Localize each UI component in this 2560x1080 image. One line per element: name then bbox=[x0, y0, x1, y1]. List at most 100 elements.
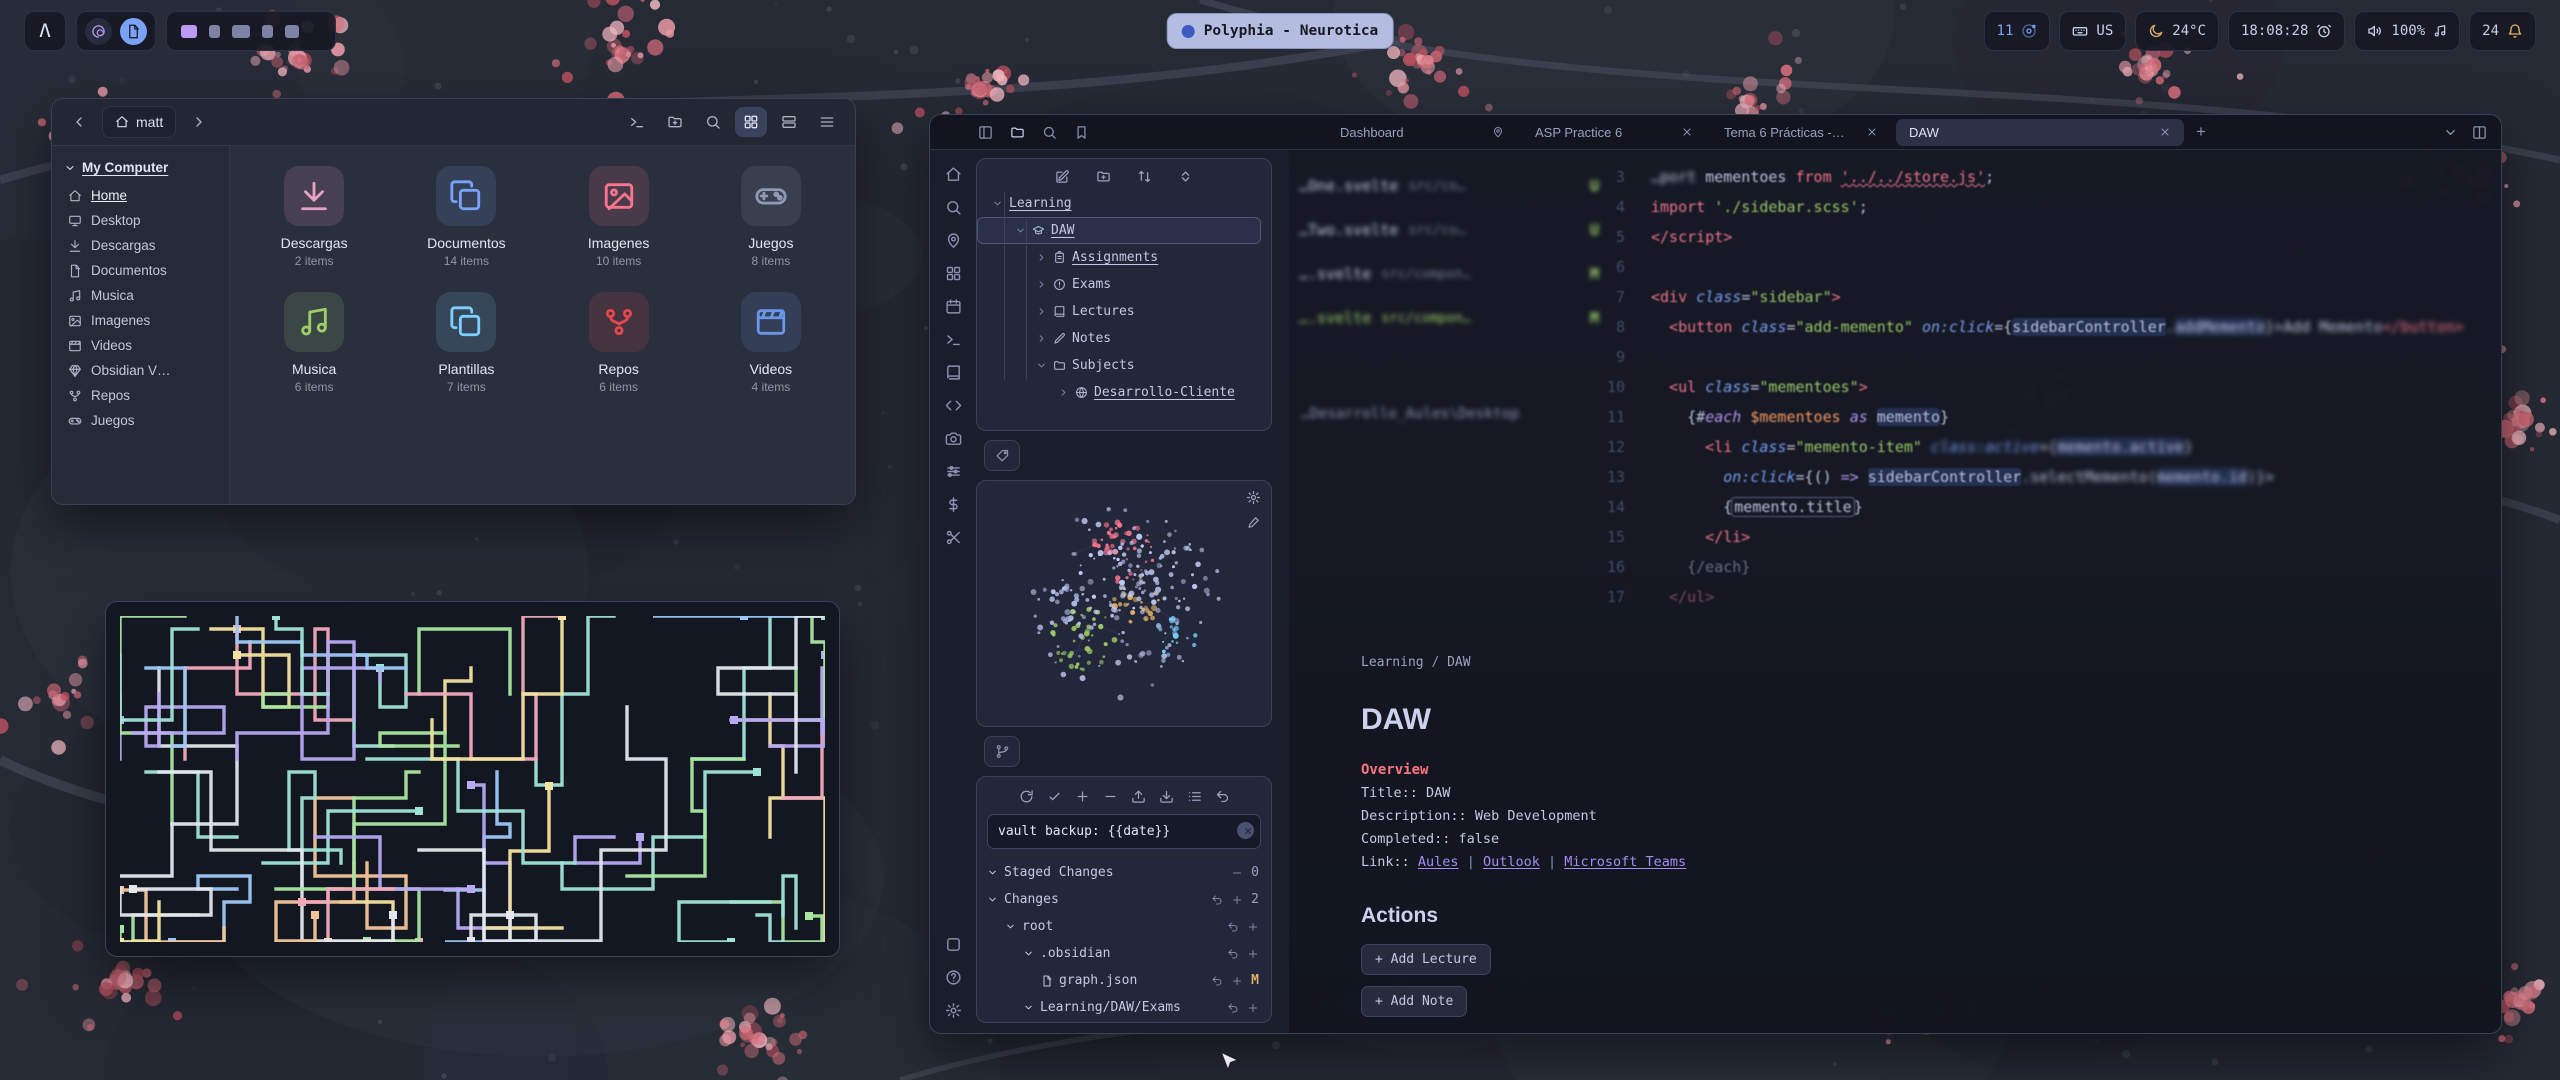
tree-item-daw[interactable]: DAW bbox=[977, 217, 1261, 244]
folder-view-icon[interactable] bbox=[1010, 125, 1025, 140]
folder-videos[interactable]: Videos 4 items bbox=[695, 292, 847, 394]
git-item-root[interactable]: root bbox=[987, 913, 1261, 940]
commit-message-input[interactable] bbox=[987, 814, 1261, 849]
ribbon-calendar-button[interactable] bbox=[945, 298, 962, 315]
breadcrumb-daw[interactable]: DAW bbox=[1447, 655, 1470, 670]
ribbon-pin-button[interactable] bbox=[945, 232, 962, 249]
undo-icon[interactable] bbox=[1227, 921, 1239, 933]
now-playing[interactable]: Polyphia - Neurotica bbox=[1167, 13, 1394, 49]
clock-module[interactable]: 18:08:28 bbox=[2228, 11, 2345, 51]
undo-icon[interactable] bbox=[1211, 894, 1223, 906]
workspace-glyph[interactable] bbox=[232, 25, 250, 38]
workspace-indicator[interactable] bbox=[166, 11, 336, 51]
tree-item-learning[interactable]: Learning bbox=[977, 190, 1271, 217]
plus-icon[interactable] bbox=[1247, 921, 1259, 933]
git-item-obsidian[interactable]: .obsidian bbox=[987, 940, 1261, 967]
keyboard-layout-module[interactable]: US bbox=[2059, 11, 2126, 51]
undo-icon[interactable] bbox=[1211, 975, 1223, 987]
folder-repos[interactable]: Repos 6 items bbox=[543, 292, 695, 394]
sidebar-item-imagenes[interactable]: Imagenes bbox=[52, 308, 229, 333]
ribbon-camera-button[interactable] bbox=[945, 430, 962, 447]
tree-item-notes[interactable]: Notes bbox=[977, 325, 1271, 352]
new-tab-button[interactable]: + bbox=[2190, 121, 2212, 143]
breadcrumb[interactable]: matt bbox=[102, 106, 176, 138]
folder-musica[interactable]: Musica 6 items bbox=[238, 292, 390, 394]
panel-view-icon[interactable] bbox=[978, 125, 993, 140]
workspace-glyph[interactable] bbox=[181, 25, 197, 38]
link-microsoft-teams[interactable]: Microsoft Teams bbox=[1564, 854, 1686, 870]
git-item-staged-changes[interactable]: Staged Changes 0 bbox=[987, 859, 1261, 886]
terminal-view-button[interactable] bbox=[621, 107, 653, 137]
tab-asp-practice-6[interactable]: ASP Practice 6 bbox=[1522, 119, 1706, 146]
volume-module[interactable]: 100% bbox=[2354, 11, 2460, 51]
nav-back-button[interactable] bbox=[64, 107, 94, 137]
sidebar-item-obsidian-v[interactable]: Obsidian V… bbox=[52, 358, 229, 383]
plus-icon[interactable] bbox=[1231, 975, 1243, 987]
git-item-changes[interactable]: Changes 2 bbox=[987, 886, 1261, 913]
git-refresh-button[interactable] bbox=[1019, 789, 1034, 804]
ribbon-dollar-button[interactable] bbox=[945, 496, 962, 513]
updates-module[interactable]: 11 bbox=[1984, 11, 2051, 51]
ribbon-book-button[interactable] bbox=[945, 364, 962, 381]
folderplus-button[interactable] bbox=[1096, 169, 1111, 184]
sidebar-item-videos[interactable]: Videos bbox=[52, 333, 229, 358]
graph-brush-button[interactable] bbox=[1246, 515, 1261, 530]
sidebar-item-juegos[interactable]: Juegos bbox=[52, 408, 229, 433]
button-add-note[interactable]: + Add Note bbox=[1361, 986, 1467, 1017]
tab-daw[interactable]: DAW bbox=[1896, 119, 2184, 146]
git-upload-button[interactable] bbox=[1131, 789, 1146, 804]
git-minus-button[interactable] bbox=[1103, 789, 1118, 804]
tree-item-exams[interactable]: Exams bbox=[977, 271, 1271, 298]
sidebar-item-desktop[interactable]: Desktop bbox=[52, 208, 229, 233]
burger-view-button[interactable] bbox=[811, 107, 843, 137]
link-outlook[interactable]: Outlook bbox=[1483, 854, 1540, 870]
bookmark-view-icon[interactable] bbox=[1074, 125, 1089, 140]
tab-dashboard[interactable]: Dashboard bbox=[1327, 119, 1517, 146]
sidebar-item-descargas[interactable]: Descargas bbox=[52, 233, 229, 258]
plus-icon[interactable] bbox=[1231, 894, 1243, 906]
git-list-button[interactable] bbox=[1187, 789, 1202, 804]
git-undo-button[interactable] bbox=[1215, 789, 1230, 804]
workspace-glyph[interactable] bbox=[209, 25, 220, 38]
tree-item-subjects[interactable]: Subjects bbox=[977, 352, 1271, 379]
ribbon-help-button[interactable] bbox=[945, 969, 962, 986]
sidebar-item-musica[interactable]: Musica bbox=[52, 283, 229, 308]
ribbon-search-button[interactable] bbox=[945, 199, 962, 216]
tree-item-assignments[interactable]: Assignments bbox=[977, 244, 1271, 271]
folder-descargas[interactable]: Descargas 2 items bbox=[238, 166, 390, 268]
git-branch-button[interactable] bbox=[984, 736, 1020, 767]
edit-button[interactable] bbox=[1055, 169, 1070, 184]
minus-icon[interactable] bbox=[1231, 867, 1243, 879]
graph-gear-button[interactable] bbox=[1246, 490, 1261, 505]
undo-icon[interactable] bbox=[1227, 1002, 1239, 1014]
ribbon-gear-button[interactable] bbox=[945, 1002, 962, 1019]
git-plus-button[interactable] bbox=[1075, 789, 1090, 804]
git-item-graph-json[interactable]: graph.json M bbox=[987, 967, 1261, 994]
sort-button[interactable] bbox=[1137, 169, 1152, 184]
layout-button[interactable] bbox=[2472, 125, 2487, 140]
breadcrumb-learning[interactable]: Learning bbox=[1361, 655, 1424, 670]
dice-view-button[interactable] bbox=[735, 107, 767, 137]
folder-juegos[interactable]: Juegos 8 items bbox=[695, 166, 847, 268]
local-graph[interactable] bbox=[977, 481, 1271, 724]
ribbon-sliders-button[interactable] bbox=[945, 463, 962, 480]
folder-documentos[interactable]: Documentos 14 items bbox=[390, 166, 542, 268]
folderplus-view-button[interactable] bbox=[659, 107, 691, 137]
tree-item-desarrollo-cliente[interactable]: Desarrollo-Cliente bbox=[977, 379, 1271, 406]
git-check-button[interactable] bbox=[1047, 789, 1062, 804]
ribbon-square-button[interactable] bbox=[945, 936, 962, 953]
tags-pane-button[interactable] bbox=[984, 440, 1020, 471]
swirl-button[interactable] bbox=[85, 18, 112, 45]
clear-input-button[interactable] bbox=[1237, 822, 1254, 839]
ribbon-terminal-button[interactable] bbox=[945, 331, 962, 348]
weather-module[interactable]: 24°C bbox=[2135, 11, 2219, 51]
tab-tema-6-pr-cticas[interactable]: Tema 6 Prácticas -… bbox=[1711, 119, 1891, 146]
link-aules[interactable]: Aules bbox=[1418, 854, 1459, 870]
plus-icon[interactable] bbox=[1247, 1002, 1259, 1014]
sidebar-item-repos[interactable]: Repos bbox=[52, 383, 229, 408]
ribbon-dice-button[interactable] bbox=[945, 265, 962, 282]
ribbon-code-button[interactable] bbox=[945, 397, 962, 414]
undo-icon[interactable] bbox=[1227, 948, 1239, 960]
folder-imagenes[interactable]: Imagenes 10 items bbox=[543, 166, 695, 268]
sidebar-section-title[interactable]: My Computer bbox=[52, 156, 229, 183]
